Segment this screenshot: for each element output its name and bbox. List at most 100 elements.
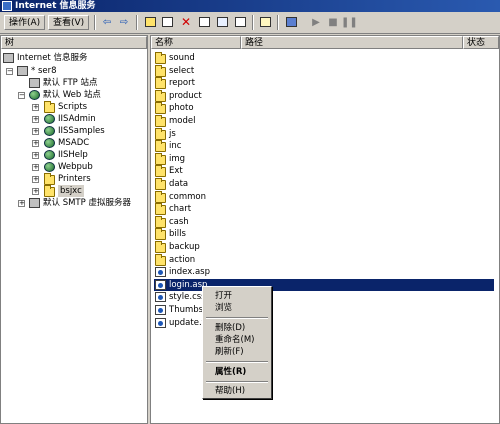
tree-ftp-site[interactable]: 默认 FTP 站点	[3, 77, 143, 89]
list-item-name: backup	[169, 242, 200, 252]
context-menu: 打开 浏览 删除(D) 重命名(M) 刷新(F) 属性(R) 帮助(H)	[202, 286, 272, 399]
expand-icon[interactable]: +	[32, 176, 39, 183]
list-item-name: action	[169, 254, 196, 265]
folder-icon	[155, 64, 166, 77]
menu-separator	[206, 361, 268, 363]
menu-view[interactable]: 查看(V)	[48, 15, 90, 30]
tree-vdir-webpub[interactable]: + Webpub	[3, 161, 143, 173]
toolbar-separator	[94, 15, 96, 30]
ctx-refresh[interactable]: 刷新(F)	[215, 346, 244, 358]
collapse-icon[interactable]: −	[18, 92, 25, 99]
list-item[interactable]: backup	[154, 241, 494, 253]
ctx-delete[interactable]: 删除(D)	[215, 322, 245, 334]
globe-icon	[44, 114, 55, 124]
list-item[interactable]: model	[154, 115, 494, 127]
expand-icon[interactable]: +	[32, 152, 39, 159]
folder-icon	[155, 89, 166, 102]
tree-vdir-iishelp[interactable]: + IISHelp	[3, 149, 143, 161]
expand-icon[interactable]: +	[32, 128, 39, 135]
tree-vdir-scripts[interactable]: + Scripts	[3, 101, 143, 113]
ctx-rename[interactable]: 重命名(M)	[215, 334, 254, 346]
list-item-name: chart	[169, 204, 192, 215]
folder-icon	[155, 190, 166, 203]
list-item[interactable]: img	[154, 152, 494, 165]
folder-icon	[155, 77, 166, 90]
list-item[interactable]: cash	[154, 215, 494, 228]
file-icon	[155, 317, 166, 328]
help-icon[interactable]	[257, 15, 273, 30]
menu-action[interactable]: 操作(A)	[4, 15, 46, 30]
list-item[interactable]: inc	[154, 140, 494, 153]
menu-separator	[206, 381, 268, 383]
list-item-name: common	[169, 191, 207, 202]
iis-app-icon	[2, 1, 12, 11]
list-item-name: bills	[169, 229, 186, 240]
list-item[interactable]: photo	[154, 102, 494, 115]
list-item[interactable]: Ext	[154, 165, 494, 178]
tree-web-site[interactable]: − 默认 Web 站点	[3, 89, 143, 101]
tree-server[interactable]: − * ser8	[3, 65, 143, 77]
list-item-name: inc	[169, 141, 182, 152]
list-item[interactable]: data	[154, 178, 494, 190]
list-item[interactable]: product	[154, 89, 494, 102]
collapse-icon[interactable]: −	[6, 68, 13, 75]
list-item[interactable]: report	[154, 77, 494, 90]
show-tree-icon[interactable]	[159, 15, 175, 30]
pause-icon[interactable]: ❚❚	[341, 15, 358, 30]
tree-smtp[interactable]: + 默认 SMTP 虚拟服务器	[3, 197, 143, 209]
tree-root[interactable]: Internet 信息服务	[3, 52, 143, 64]
list-item-name: photo	[169, 103, 194, 114]
ctx-browse[interactable]: 浏览	[215, 302, 232, 314]
expand-icon[interactable]: +	[18, 200, 25, 207]
folder-icon	[155, 165, 166, 178]
ctx-open[interactable]: 打开	[215, 290, 232, 302]
properties-icon[interactable]	[196, 15, 212, 30]
ctx-help[interactable]: 帮助(H)	[215, 385, 245, 397]
folder-icon	[44, 173, 55, 185]
delete-icon[interactable]: ✕	[178, 15, 194, 30]
start-icon[interactable]: ▶	[308, 15, 324, 30]
refresh-icon[interactable]	[214, 15, 230, 30]
computer-icon[interactable]	[283, 15, 299, 30]
expand-icon[interactable]: +	[32, 140, 39, 147]
list-item[interactable]: index.asp	[154, 266, 494, 278]
smtp-server-icon	[29, 198, 40, 208]
column-header-status[interactable]: 状态	[463, 36, 499, 49]
folder-icon	[155, 203, 166, 216]
back-icon[interactable]: ⇦	[99, 15, 115, 30]
expand-icon[interactable]: +	[32, 188, 39, 195]
file-icon	[155, 279, 166, 290]
list-item[interactable]: common	[154, 190, 494, 203]
column-header-path[interactable]: 路径	[241, 36, 463, 49]
tree-vdir-iisadmin[interactable]: + IISAdmin	[3, 113, 143, 125]
ctx-properties[interactable]: 属性(R)	[215, 366, 246, 378]
up-folder-icon[interactable]	[142, 15, 158, 30]
toolbar-separator	[277, 15, 279, 30]
expand-icon[interactable]: +	[32, 164, 39, 171]
toolbar-separator	[136, 15, 138, 30]
expand-icon[interactable]: +	[32, 104, 39, 111]
tree-vdir-bsjxc[interactable]: + bsjxc	[3, 185, 143, 197]
globe-icon	[44, 150, 55, 160]
column-header-name[interactable]: 名称	[151, 36, 241, 49]
list-item[interactable]: chart	[154, 203, 494, 216]
folder-icon	[155, 228, 166, 241]
export-icon[interactable]	[232, 15, 248, 30]
forward-icon[interactable]: ⇨	[116, 15, 132, 30]
list-item[interactable]: select	[154, 64, 494, 77]
list-item-name: cash	[169, 216, 189, 227]
file-icon	[155, 305, 166, 315]
list-item[interactable]: action	[154, 253, 494, 266]
list-item[interactable]: js	[154, 127, 494, 140]
list-item[interactable]: bills	[154, 228, 494, 241]
folder-icon	[155, 127, 166, 140]
tree-pane[interactable]: 树 Internet 信息服务 − * ser8 默认 FTP 站点 − 默认 …	[0, 35, 148, 424]
folder-icon	[44, 101, 55, 113]
expand-icon[interactable]: +	[32, 116, 39, 123]
tree-vdir-iissamples[interactable]: + IISSamples	[3, 125, 143, 137]
stop-icon[interactable]: ■	[325, 15, 341, 30]
tree-header: 树	[1, 36, 147, 49]
tree-vdir-msadc[interactable]: + MSADC	[3, 137, 143, 149]
tree-vdir-printers[interactable]: + Printers	[3, 173, 143, 185]
list-item[interactable]: sound	[154, 52, 494, 64]
